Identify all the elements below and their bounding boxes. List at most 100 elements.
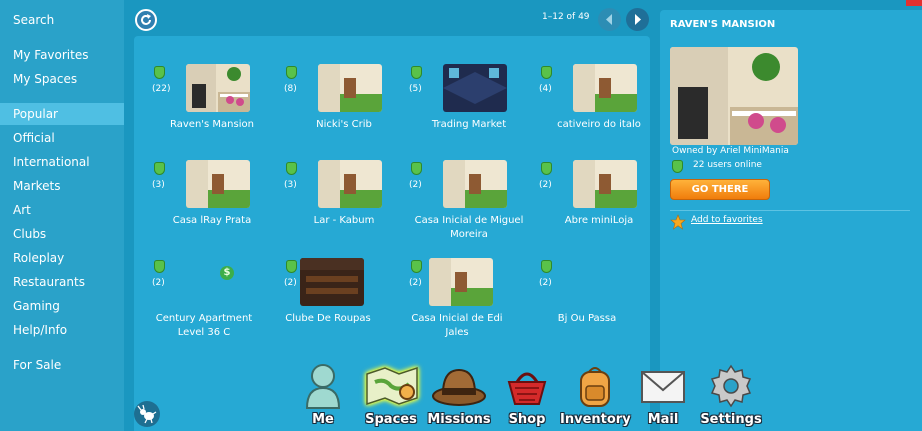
space-tile[interactable]: (2) Casa Inicial de Miguel Moreira — [409, 160, 529, 252]
user-count: (22) — [152, 84, 171, 94]
space-tile[interactable]: (5) Trading Market — [409, 64, 529, 156]
star-icon[interactable] — [670, 214, 686, 230]
dock-missions-button[interactable]: Missions — [424, 362, 494, 431]
users-online-icon — [286, 162, 297, 175]
basket-icon — [507, 372, 547, 405]
sidebar-item-markets[interactable]: Markets — [0, 175, 124, 197]
page-counter: 1–12 of 49 — [542, 12, 590, 22]
space-tile[interactable]: (8) Nicki's Crib — [284, 64, 404, 156]
dollar-icon: $ — [220, 266, 234, 280]
hat-icon — [432, 368, 486, 406]
backpack-icon — [580, 367, 610, 407]
map-icon — [366, 366, 418, 406]
space-name: Century Apartment Level 36 C — [155, 313, 253, 338]
space-name: Trading Market — [431, 119, 507, 130]
space-thumbnail-room[interactable] — [429, 258, 493, 306]
dock-settings-button[interactable]: Settings — [696, 362, 766, 431]
space-tile[interactable]: (2) Casa Inicial de Edi Jales — [409, 258, 529, 350]
dock-mail-button[interactable]: Mail — [628, 362, 698, 431]
users-online-icon — [541, 260, 552, 273]
sidebar-item-art[interactable]: Art — [0, 199, 124, 221]
space-tile[interactable]: (3) Casa lRay Prata — [152, 160, 272, 252]
owner-label: Owned by Ariel MiniMania — [672, 146, 789, 156]
user-count: (2) — [152, 278, 165, 288]
sidebar-item-for-sale[interactable]: For Sale — [0, 354, 124, 376]
space-thumbnail-room[interactable] — [318, 160, 382, 208]
space-name: Casa Inicial de Edi Jales — [411, 313, 503, 338]
avatar-icon — [305, 364, 341, 409]
report-bug-button[interactable] — [134, 401, 160, 427]
user-count: (2) — [539, 180, 552, 190]
space-thumbnail-market[interactable] — [443, 64, 507, 112]
dock-label: Shop — [508, 412, 546, 427]
space-thumbnail-room[interactable] — [318, 64, 382, 112]
space-thumbnail-club[interactable] — [300, 258, 364, 306]
sidebar-item-clubs[interactable]: Clubs — [0, 223, 124, 245]
dock-label: Mail — [647, 412, 679, 427]
space-tile[interactable]: (2) Bj Ou Passa — [539, 258, 659, 350]
gear-icon — [710, 364, 752, 408]
users-online-icon — [672, 160, 683, 173]
sidebar-item-search[interactable]: Search — [0, 9, 124, 31]
space-thumbnail-room[interactable] — [573, 160, 637, 208]
space-name: Clube De Roupas — [285, 313, 371, 324]
space-tile[interactable]: (2) $ Century Apartment Level 36 C — [152, 258, 272, 350]
space-name: Casa Inicial de Miguel Moreira — [414, 215, 524, 240]
space-name: Abre miniLoja — [564, 215, 634, 226]
users-online-icon — [154, 260, 165, 273]
sidebar-item-restaurants[interactable]: Restaurants — [0, 271, 124, 293]
space-thumbnail-room[interactable] — [573, 64, 637, 112]
space-name: Bj Ou Passa — [557, 313, 617, 324]
users-online-icon — [411, 66, 422, 79]
add-to-favorites-link[interactable]: Add to favorites — [691, 215, 763, 225]
dock-me-button[interactable]: Me — [288, 362, 358, 431]
detail-thumbnail — [670, 47, 798, 145]
users-online-label: 22 users online — [693, 160, 762, 170]
sidebar-item-my-spaces[interactable]: My Spaces — [0, 68, 124, 90]
users-online-icon — [411, 162, 422, 175]
refresh-button[interactable] — [135, 9, 157, 31]
users-online-icon — [286, 66, 297, 79]
arrow-right-icon — [635, 14, 641, 25]
sidebar-item-my-favorites[interactable]: My Favorites — [0, 44, 124, 66]
space-name: Lar - Kabum — [313, 215, 375, 226]
sidebar-item-help-info[interactable]: Help/Info — [0, 319, 124, 341]
previous-page-button[interactable] — [598, 8, 621, 31]
next-page-button[interactable] — [626, 8, 649, 31]
space-tile[interactable]: (4) cativeiro do italo — [539, 64, 659, 156]
sidebar-item-popular[interactable]: Popular — [0, 103, 124, 125]
dock-spaces-button[interactable]: Spaces — [356, 362, 426, 431]
space-tile[interactable]: (3) Lar - Kabum — [284, 160, 404, 252]
users-online-icon — [411, 260, 422, 273]
space-tile[interactable]: (22) Raven's Mansion — [152, 64, 272, 156]
space-thumbnail-mansion[interactable] — [186, 64, 250, 112]
arrow-left-icon — [606, 14, 612, 25]
users-online-icon — [286, 260, 297, 273]
sidebar-item-international[interactable]: International — [0, 151, 124, 173]
user-count: (2) — [409, 278, 422, 288]
sidebar-item-official[interactable]: Official — [0, 127, 124, 149]
user-count: (4) — [539, 84, 552, 94]
go-there-button[interactable]: GO THERE — [670, 179, 770, 200]
dock-label: Missions — [427, 412, 491, 427]
user-count: (8) — [284, 84, 297, 94]
users-online-icon — [154, 66, 165, 79]
dock-shop-button[interactable]: Shop — [492, 362, 562, 431]
sidebar-item-gaming[interactable]: Gaming — [0, 295, 124, 317]
dock-inventory-button[interactable]: Inventory — [560, 362, 631, 431]
space-thumbnail-room[interactable] — [443, 160, 507, 208]
dock-label: Settings — [700, 412, 762, 427]
users-online-icon — [154, 162, 165, 175]
envelope-icon — [641, 371, 685, 403]
space-name: Raven's Mansion — [170, 119, 254, 130]
user-count: (2) — [409, 180, 422, 190]
space-tile[interactable]: (2) Clube De Roupas — [284, 258, 404, 350]
divider — [670, 210, 910, 211]
sidebar-item-roleplay[interactable]: Roleplay — [0, 247, 124, 269]
space-tile[interactable]: (2) Abre miniLoja — [539, 160, 659, 252]
dock-label: Inventory — [560, 412, 631, 427]
space-thumbnail-room[interactable] — [186, 160, 250, 208]
close-bar[interactable] — [906, 0, 922, 6]
refresh-icon — [141, 14, 151, 25]
user-count: (5) — [409, 84, 422, 94]
